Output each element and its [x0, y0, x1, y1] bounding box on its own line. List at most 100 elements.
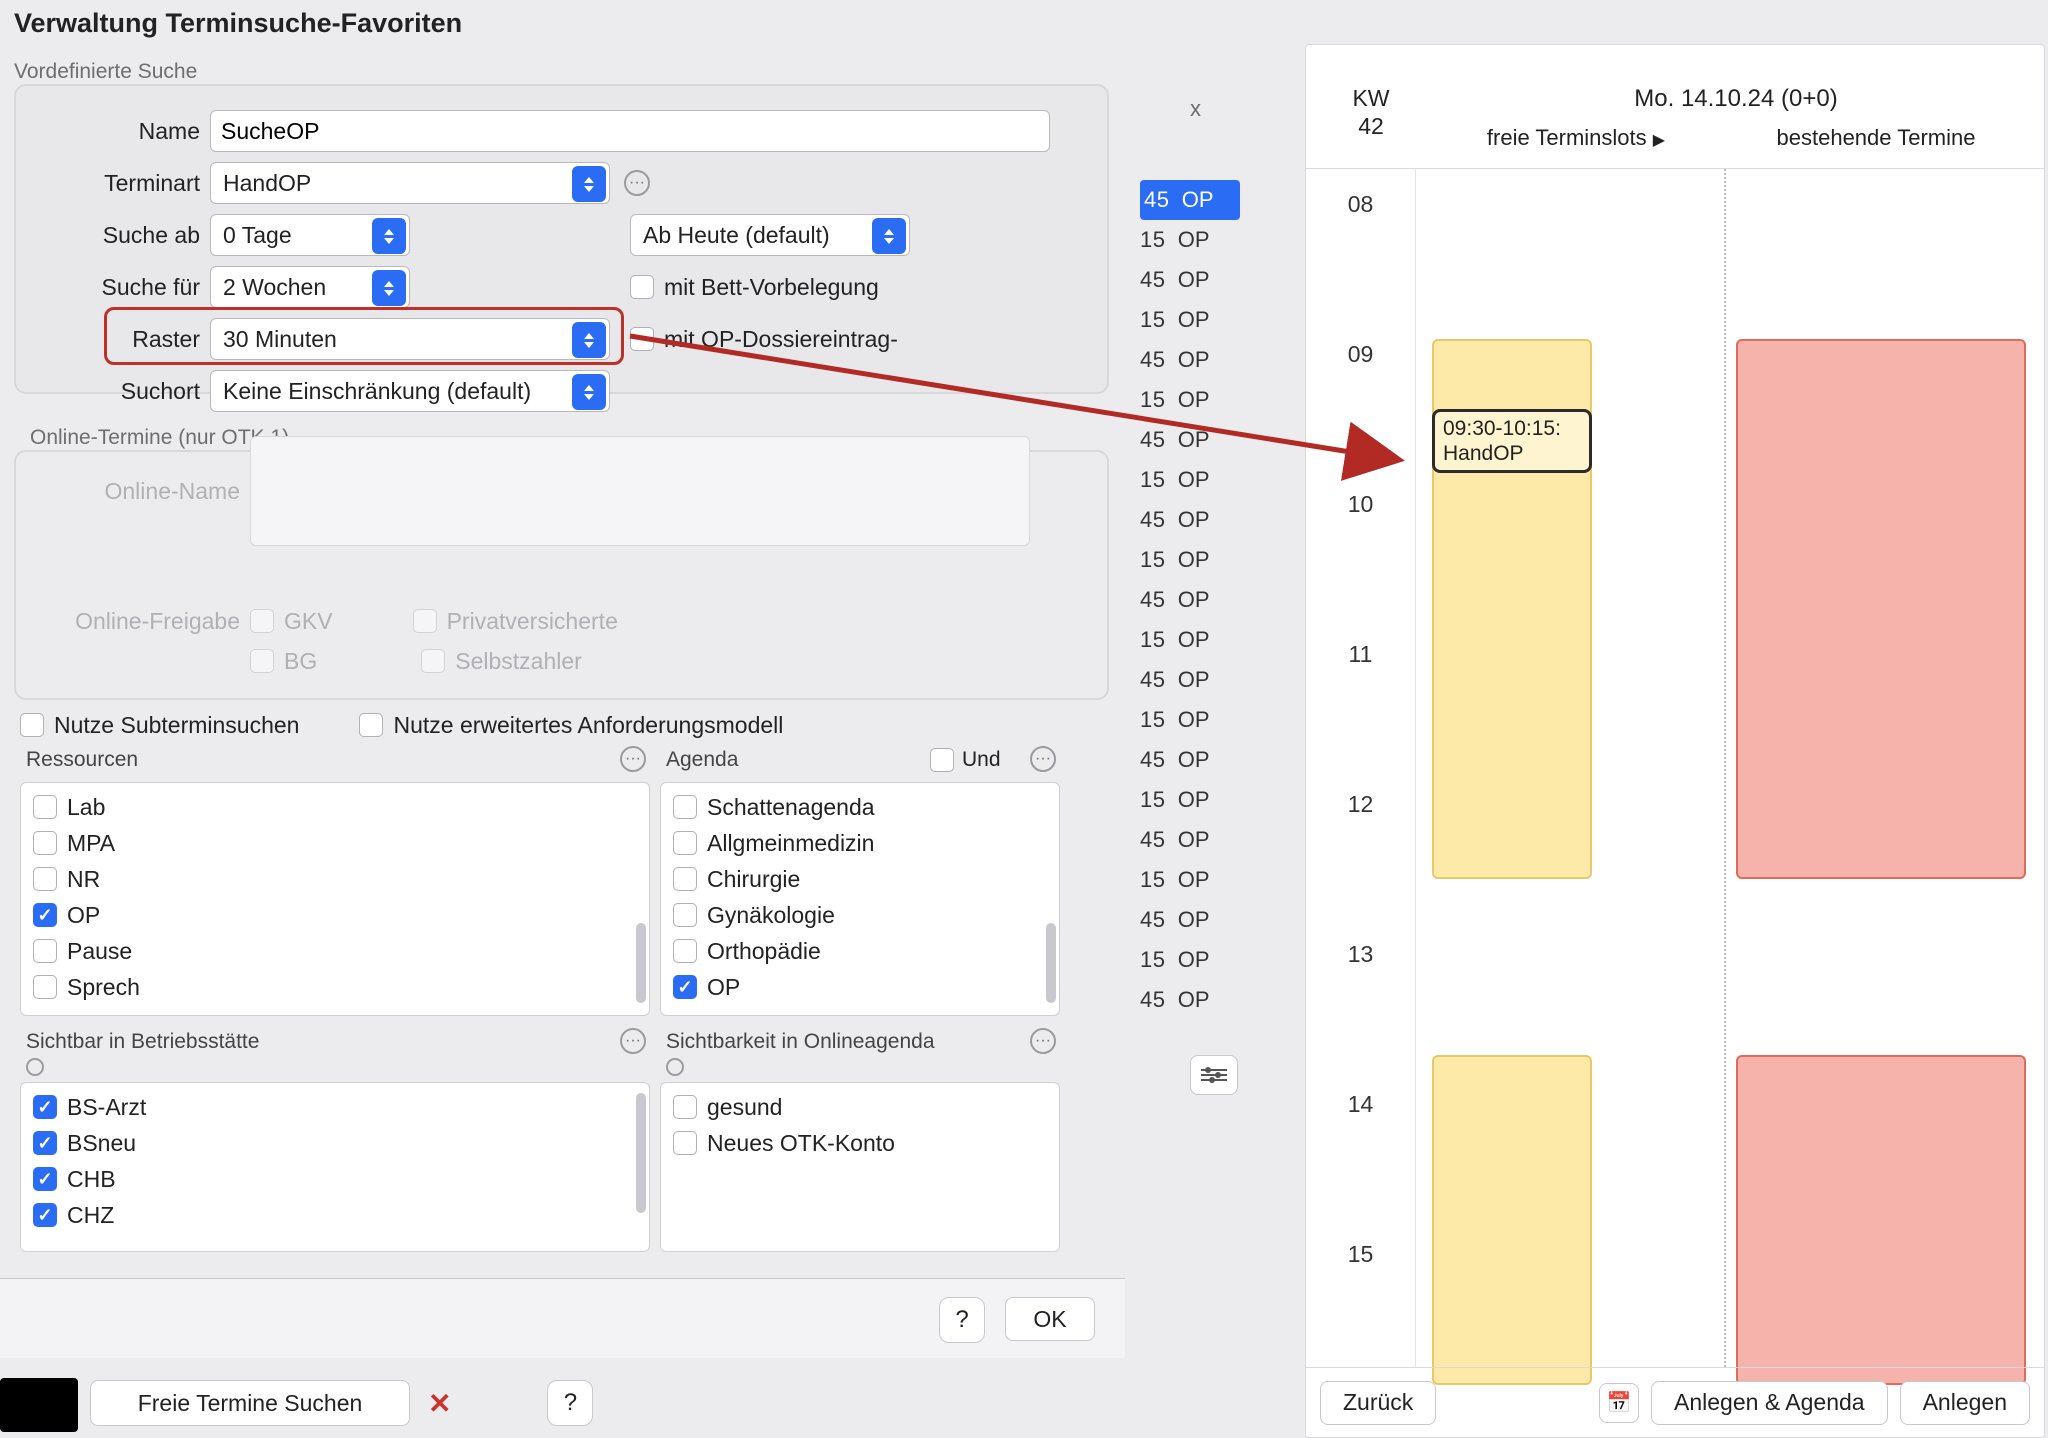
checkbox[interactable] [33, 903, 57, 927]
checkbox[interactable] [33, 1167, 57, 1191]
mid-result-row[interactable]: 45 OP [1140, 980, 1240, 1020]
mid-result-row[interactable]: 15 OP [1140, 620, 1240, 660]
zurueck-button[interactable]: Zurück [1320, 1381, 1436, 1425]
mid-result-list[interactable]: 45 OP15 OP45 OP15 OP45 OP15 OP45 OP15 OP… [1140, 180, 1240, 1020]
scrollbar[interactable] [636, 1093, 646, 1213]
mid-result-row[interactable]: 15 OP [1140, 220, 1240, 260]
mid-result-row[interactable]: 45 OP [1140, 420, 1240, 460]
suchort-select[interactable]: Keine Einschränkung (default) [210, 370, 610, 412]
mid-result-row[interactable]: 15 OP [1140, 940, 1240, 980]
checkbox[interactable] [673, 867, 697, 891]
checkbox[interactable] [673, 1095, 697, 1119]
checkbox[interactable] [33, 867, 57, 891]
checkbox[interactable] [33, 795, 57, 819]
agenda-more-icon[interactable]: ··· [1030, 746, 1056, 772]
mid-result-row[interactable]: 45 OP [1140, 500, 1240, 540]
mid-result-row[interactable]: 45 OP [1140, 580, 1240, 620]
list-item[interactable]: OP [667, 969, 1053, 1005]
name-input[interactable] [210, 110, 1050, 152]
checkbox[interactable] [673, 831, 697, 855]
terminart-select[interactable]: HandOP [210, 162, 610, 204]
und-checkbox[interactable] [930, 748, 954, 772]
mid-result-row[interactable]: 15 OP [1140, 460, 1240, 500]
calendar-icon[interactable]: 📅 [1599, 1383, 1639, 1423]
sichtbar-bs-list[interactable]: BS-ArztBSneuCHBCHZ [20, 1082, 650, 1252]
list-item[interactable]: CHZ [27, 1197, 643, 1233]
checkbox[interactable] [673, 975, 697, 999]
close-icon[interactable]: ✕ [428, 1387, 451, 1420]
mid-result-row[interactable]: 45 OP [1140, 660, 1240, 700]
ressourcen-list[interactable]: LabMPANROPPauseSprech [20, 782, 650, 1016]
checkbox[interactable] [33, 1131, 57, 1155]
checkbox[interactable] [673, 939, 697, 963]
selected-slot-chip[interactable]: 09:30-10:15: HandOP [1432, 409, 1592, 473]
raster-select[interactable]: 30 Minuten [210, 318, 610, 360]
list-item[interactable]: Orthopädie [667, 933, 1053, 969]
scrollbar[interactable] [1046, 923, 1056, 1003]
checkbox[interactable] [33, 831, 57, 855]
list-item[interactable]: OP [27, 897, 643, 933]
list-item[interactable]: Neues OTK-Konto [667, 1125, 1053, 1161]
list-item[interactable]: Gynäkologie [667, 897, 1053, 933]
checkbox[interactable] [33, 1095, 57, 1119]
list-item[interactable]: Chirurgie [667, 861, 1053, 897]
mid-result-row[interactable]: 15 OP [1140, 860, 1240, 900]
bett-checkbox[interactable] [630, 275, 654, 299]
online-name-input[interactable] [250, 436, 1030, 546]
mid-result-row[interactable]: 45 OP [1140, 740, 1240, 780]
help-button[interactable]: ? [939, 1297, 985, 1343]
radio-icon[interactable] [26, 1058, 44, 1076]
sucheab-select[interactable]: 0 Tage [210, 214, 410, 256]
list-item[interactable]: CHB [27, 1161, 643, 1197]
list-item[interactable]: BS-Arzt [27, 1089, 643, 1125]
chevron-updown-icon [872, 218, 906, 254]
list-item[interactable]: gesund [667, 1089, 1053, 1125]
anlegen-button[interactable]: Anlegen [1900, 1381, 2030, 1425]
help2-button[interactable]: ? [547, 1380, 593, 1426]
ok-button[interactable]: OK [1005, 1297, 1095, 1341]
mid-result-row[interactable]: 45 OP [1140, 900, 1240, 940]
list-item[interactable]: NR [27, 861, 643, 897]
mid-close-label[interactable]: x [1190, 96, 1201, 122]
subterminsuchen-checkbox[interactable] [20, 713, 44, 737]
mid-result-row[interactable]: 15 OP [1140, 780, 1240, 820]
mid-result-row[interactable]: 15 OP [1140, 700, 1240, 740]
mid-result-row[interactable]: 15 OP [1140, 540, 1240, 580]
checkbox[interactable] [33, 975, 57, 999]
list-item[interactable]: MPA [27, 825, 643, 861]
mid-result-row[interactable]: 15 OP [1140, 300, 1240, 340]
checkbox[interactable] [673, 795, 697, 819]
radio-icon[interactable] [666, 1058, 684, 1076]
scrollbar[interactable] [636, 923, 646, 1003]
mid-result-row[interactable]: 45 OP [1140, 180, 1240, 220]
col-existing: bestehende Termine [1726, 125, 2026, 151]
opdossier-checkbox[interactable] [630, 327, 654, 351]
list-item[interactable]: Pause [27, 933, 643, 969]
anlegen-agenda-button[interactable]: Anlegen & Agenda [1651, 1381, 1888, 1425]
sichtbar-bs-more-icon[interactable]: ··· [620, 1028, 646, 1054]
anforderungsmodell-checkbox[interactable] [359, 713, 383, 737]
agenda-list[interactable]: SchattenagendaAllgmeinmedizinChirurgieGy… [660, 782, 1060, 1016]
opdossier-label: mit OP-Dossiereintrag- [664, 326, 898, 353]
list-item[interactable]: Allgmeinmedizin [667, 825, 1053, 861]
filter-sliders-icon[interactable] [1190, 1055, 1238, 1095]
sucheab-mode-select[interactable]: Ab Heute (default) [630, 214, 910, 256]
ressourcen-more-icon[interactable]: ··· [620, 746, 646, 772]
mid-result-row[interactable]: 45 OP [1140, 340, 1240, 380]
sichtbar-online-more-icon[interactable]: ··· [1030, 1028, 1056, 1054]
list-item[interactable]: Schattenagenda [667, 789, 1053, 825]
list-item[interactable]: BSneu [27, 1125, 643, 1161]
freie-termine-suchen-button[interactable]: Freie Termine Suchen [90, 1380, 410, 1426]
mid-result-row[interactable]: 15 OP [1140, 380, 1240, 420]
mid-result-row[interactable]: 45 OP [1140, 260, 1240, 300]
checkbox[interactable] [673, 1131, 697, 1155]
checkbox[interactable] [33, 1203, 57, 1227]
list-item[interactable]: Lab [27, 789, 643, 825]
checkbox[interactable] [33, 939, 57, 963]
sichtbar-online-list[interactable]: gesundNeues OTK-Konto [660, 1082, 1060, 1252]
suchefuer-select[interactable]: 2 Wochen [210, 266, 410, 308]
checkbox[interactable] [673, 903, 697, 927]
mid-result-row[interactable]: 45 OP [1140, 820, 1240, 860]
list-item[interactable]: Sprech [27, 969, 643, 1005]
terminart-more-icon[interactable]: ··· [624, 170, 650, 196]
